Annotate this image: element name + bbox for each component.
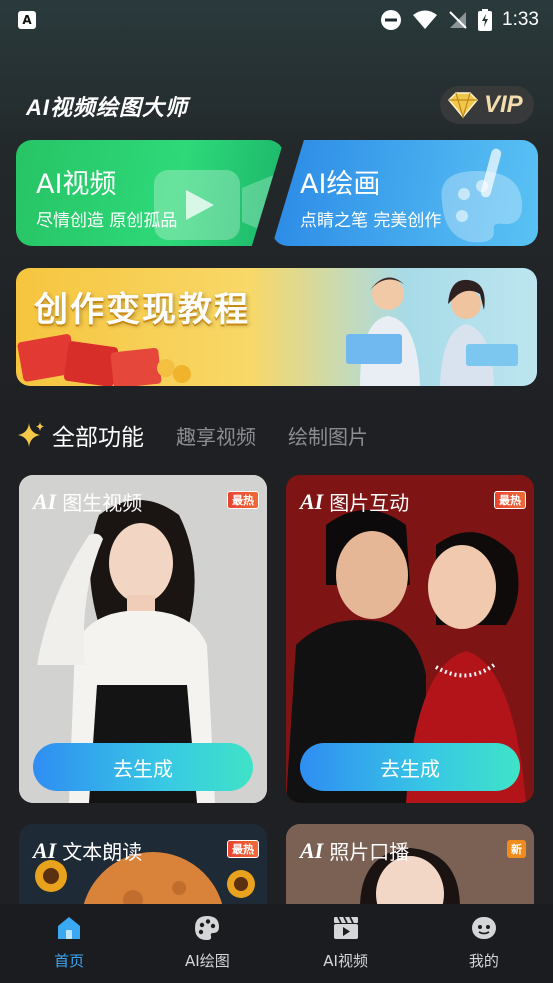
feature-card-text-reading[interactable]: AI 文本朗读 最热: [19, 824, 267, 904]
ai-video-card[interactable]: AI视频 尽情创造 原创孤品: [16, 140, 284, 246]
no-signal-icon: [449, 11, 467, 29]
clapperboard-icon: [333, 916, 358, 939]
ai-logo-icon: AI: [300, 837, 324, 863]
new-badge: 新: [507, 840, 526, 858]
profile-icon: [471, 917, 496, 939]
hot-badge: 最热: [227, 840, 259, 858]
battery-charging-icon: [478, 9, 493, 31]
tutorial-banner[interactable]: 创作变现教程: [16, 268, 537, 386]
nav-ai-video[interactable]: AI视频: [277, 904, 415, 983]
card-title: AI 文本朗读: [33, 836, 142, 865]
bottom-navigation: 首页 AI绘图 AI视频 我的: [0, 904, 553, 983]
card-title-text: 图生视频: [62, 491, 143, 515]
ai-video-title: AI视频: [36, 169, 117, 200]
generate-button[interactable]: 去生成: [33, 743, 253, 791]
tab-draw-images[interactable]: 绘制图片: [288, 421, 368, 450]
nav-label: AI视频: [323, 952, 368, 970]
nav-profile[interactable]: 我的: [415, 904, 553, 983]
feature-card-image-interaction[interactable]: AI 图片互动 最热 去生成: [286, 475, 534, 803]
card-title: AI 图生视频: [33, 487, 142, 516]
vip-button[interactable]: VIP: [440, 86, 534, 124]
card-title-text: 文本朗读: [62, 840, 143, 864]
app-title: AI视频绘图大师: [26, 95, 189, 120]
feature-card-photo-speech[interactable]: AI 照片口播 新: [286, 824, 534, 904]
nav-ai-drawing[interactable]: AI绘图: [138, 904, 276, 983]
tab-fun-videos[interactable]: 趣享视频: [176, 421, 256, 450]
card-title-text: 照片口播: [329, 840, 410, 864]
wifi-icon: [413, 10, 438, 29]
ai-logo-icon: AI: [33, 488, 57, 514]
ai-paint-card[interactable]: AI绘画 点睛之笔 完美创作: [272, 140, 538, 246]
red-envelopes-illustration: [17, 334, 191, 386]
tab-all-features[interactable]: 全部功能: [52, 418, 144, 452]
nav-label: AI绘图: [185, 952, 230, 970]
card-title: AI 图片互动: [300, 487, 409, 516]
ai-paint-title: AI绘画: [300, 169, 381, 200]
sparkle-icon: [18, 422, 44, 447]
vip-label: VIP: [484, 91, 523, 118]
palette-icon: [195, 916, 220, 940]
card-title: AI 照片口播: [300, 836, 409, 865]
home-icon: [58, 917, 81, 939]
category-tabs: 全部功能 趣享视频 绘制图片: [16, 418, 400, 452]
nav-label: 我的: [468, 952, 499, 970]
ai-paint-subtitle: 点睛之笔 完美创作: [300, 211, 442, 231]
diamond-icon: [447, 92, 479, 119]
characters-illustration: [346, 277, 518, 386]
feature-card-image-to-video[interactable]: AI 图生视频 最热 去生成: [19, 475, 267, 803]
card-title-text: 图片互动: [329, 491, 410, 515]
dnd-icon: [381, 10, 402, 30]
hot-badge: 最热: [227, 491, 259, 509]
status-bar: A 1:33: [0, 0, 553, 40]
hot-badge: 最热: [494, 491, 526, 509]
palette-brush-icon: [441, 148, 522, 243]
clock: 1:33: [502, 9, 539, 30]
generate-button[interactable]: 去生成: [300, 743, 520, 791]
nav-label: 首页: [54, 952, 85, 970]
ai-logo-icon: AI: [33, 837, 57, 863]
app-notification-icon: A: [18, 11, 36, 29]
nav-home[interactable]: 首页: [0, 904, 138, 983]
ai-logo-icon: AI: [300, 488, 324, 514]
